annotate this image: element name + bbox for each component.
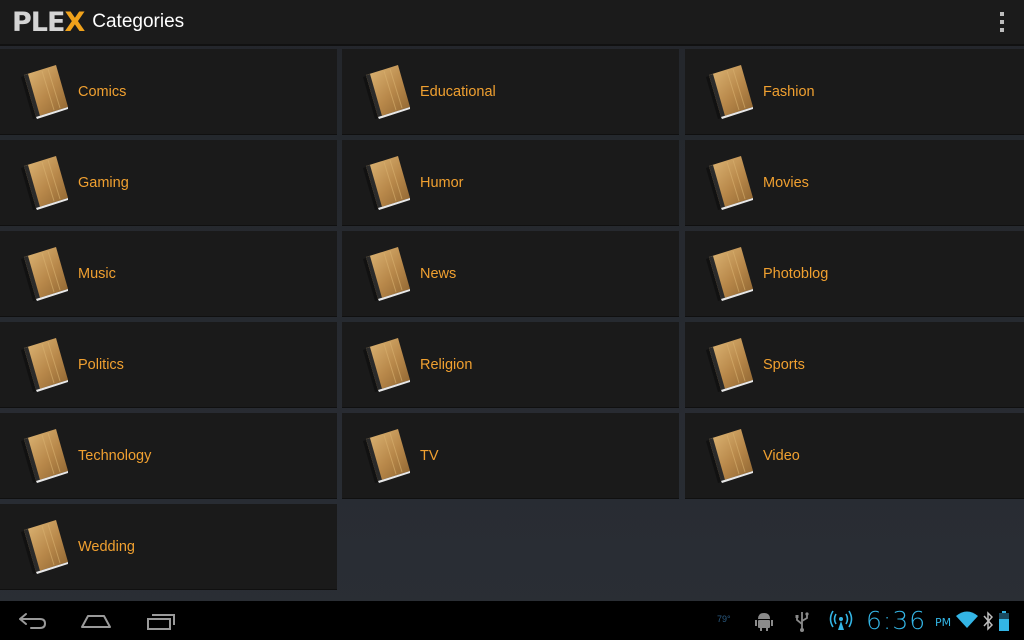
category-label: Wedding bbox=[78, 539, 135, 555]
book-icon bbox=[706, 429, 753, 483]
clock-time: 6:36 bbox=[866, 606, 927, 635]
category-tile[interactable]: Politics bbox=[0, 322, 337, 408]
category-tile[interactable]: Photoblog bbox=[685, 231, 1024, 317]
category-tile[interactable]: Religion bbox=[342, 322, 679, 408]
category-tile[interactable]: TV bbox=[342, 413, 679, 499]
category-label: Politics bbox=[78, 357, 124, 373]
category-label: News bbox=[420, 266, 457, 282]
category-label: Gaming bbox=[78, 175, 129, 191]
logo-text-accent: X bbox=[64, 6, 85, 38]
back-icon[interactable] bbox=[16, 607, 50, 635]
book-icon bbox=[21, 156, 68, 210]
book-icon bbox=[363, 156, 410, 210]
clock-ampm: PM bbox=[935, 616, 952, 629]
category-tile[interactable]: News bbox=[342, 231, 679, 317]
category-tile[interactable]: Fashion bbox=[685, 49, 1024, 135]
book-icon bbox=[363, 65, 410, 119]
category-tile[interactable]: Sports bbox=[685, 322, 1024, 408]
plex-logo[interactable]: PLE X bbox=[12, 0, 85, 44]
category-tile[interactable]: Music bbox=[0, 231, 337, 317]
app-root: PLE X Categories Comics Educational Fash… bbox=[0, 0, 1024, 640]
hotspot-icon bbox=[829, 610, 853, 636]
recent-apps-icon[interactable] bbox=[144, 607, 178, 635]
book-icon bbox=[706, 156, 753, 210]
category-tile[interactable]: Gaming bbox=[0, 140, 337, 226]
book-icon bbox=[706, 65, 753, 119]
book-icon bbox=[21, 65, 68, 119]
category-tile[interactable]: Comics bbox=[0, 49, 337, 135]
book-icon bbox=[706, 338, 753, 392]
battery-icon bbox=[998, 610, 1010, 636]
category-tile[interactable]: Technology bbox=[0, 413, 337, 499]
usb-icon bbox=[794, 610, 810, 636]
book-icon bbox=[21, 429, 68, 483]
book-icon bbox=[21, 247, 68, 301]
category-label: Technology bbox=[78, 448, 152, 464]
category-label: Video bbox=[763, 448, 800, 464]
android-debug-icon bbox=[755, 611, 773, 635]
book-icon bbox=[21, 338, 68, 392]
category-label: Sports bbox=[763, 357, 805, 373]
overflow-dot bbox=[1000, 20, 1004, 24]
action-bar: PLE X Categories bbox=[0, 0, 1024, 46]
page-title: Categories bbox=[92, 11, 185, 32]
wifi-icon bbox=[956, 611, 978, 633]
logo-text-main: PLE bbox=[12, 6, 65, 38]
category-tile[interactable]: Humor bbox=[342, 140, 679, 226]
category-label: Humor bbox=[420, 175, 464, 191]
book-icon bbox=[363, 429, 410, 483]
category-tile[interactable]: Movies bbox=[685, 140, 1024, 226]
category-label: Movies bbox=[763, 175, 809, 191]
category-label: Comics bbox=[78, 84, 127, 100]
category-label: Fashion bbox=[763, 84, 815, 100]
book-icon bbox=[21, 520, 68, 574]
category-label: Photoblog bbox=[763, 266, 829, 282]
category-tile[interactable]: Video bbox=[685, 413, 1024, 499]
book-icon bbox=[363, 338, 410, 392]
category-label: TV bbox=[420, 448, 439, 464]
book-icon bbox=[363, 247, 410, 301]
category-label: Religion bbox=[420, 357, 473, 373]
category-label: Educational bbox=[420, 84, 496, 100]
bluetooth-icon bbox=[983, 611, 994, 635]
overflow-menu-icon[interactable] bbox=[998, 12, 1006, 32]
overflow-dot bbox=[1000, 12, 1004, 16]
book-icon bbox=[706, 247, 753, 301]
temperature-readout: 79° bbox=[717, 614, 731, 624]
category-tile[interactable]: Wedding bbox=[0, 504, 337, 590]
home-icon[interactable] bbox=[79, 607, 113, 635]
category-label: Music bbox=[78, 266, 116, 282]
system-nav-bar: 79° 6:36 PM bbox=[0, 601, 1024, 640]
category-tile[interactable]: Educational bbox=[342, 49, 679, 135]
overflow-dot bbox=[1000, 28, 1004, 32]
